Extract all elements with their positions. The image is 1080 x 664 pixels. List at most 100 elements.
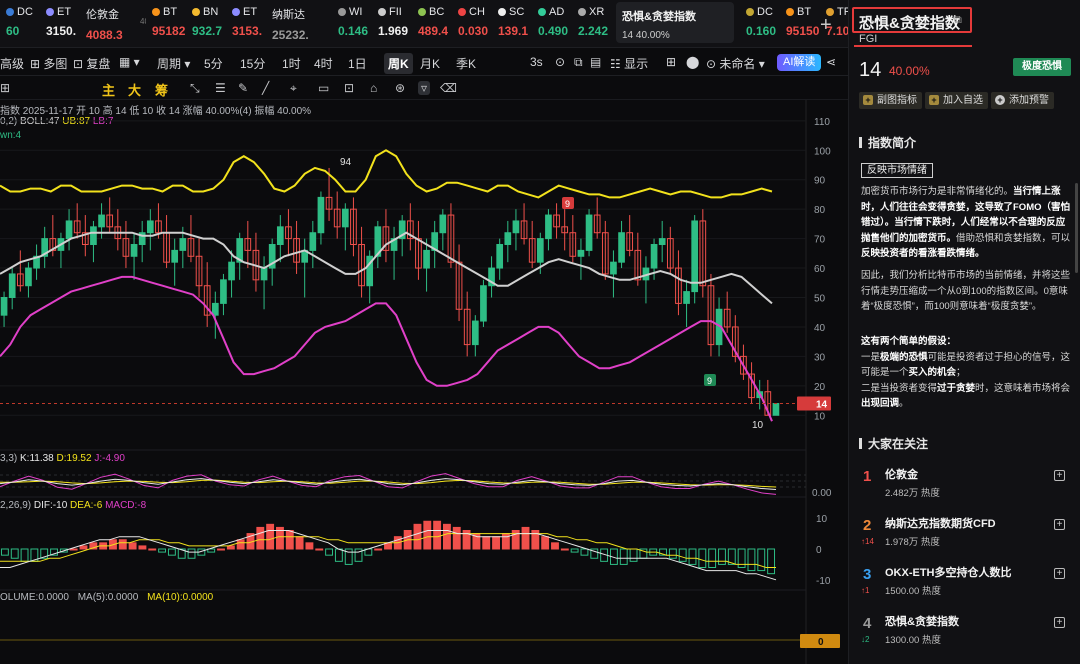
ticker-tab-active[interactable]: 恐惧&贪婪指数 14 40.00% bbox=[616, 2, 734, 43]
drawing-menu-icon[interactable]: ⊞ bbox=[0, 81, 10, 95]
macd-histogram-bar bbox=[256, 526, 265, 550]
drawing-tool-icon[interactable]: ▿ bbox=[418, 81, 431, 95]
candle-body bbox=[480, 285, 487, 322]
add-tab-button[interactable]: + bbox=[820, 14, 832, 37]
indicator-toggle-button[interactable]: 主 bbox=[102, 80, 115, 99]
toolbar-item[interactable]: ⊞ 多图 bbox=[30, 55, 67, 72]
toolbar-item[interactable]: ☷ 显示 bbox=[610, 55, 648, 72]
hot-list-item[interactable]: 1 伦敦金 2.482万 热度 + bbox=[849, 462, 1080, 506]
drawing-tool-icon[interactable]: ⊡ bbox=[344, 81, 354, 95]
ai-interpret-button[interactable]: AI解读 bbox=[777, 54, 822, 71]
ticker-symbol: XR bbox=[589, 6, 605, 18]
toolbar-item[interactable]: 15分 bbox=[240, 55, 265, 72]
macd-histogram-bar bbox=[325, 548, 334, 556]
drawing-tool-icon[interactable]: ☰ bbox=[215, 81, 226, 95]
ticker-tab-name: DC bbox=[746, 6, 780, 18]
toolbar-item[interactable]: ⧉ bbox=[574, 55, 583, 70]
hot-list-item[interactable]: 3 ↑1 OKX-ETH多空持仓人数比 1500.00 热度 + bbox=[849, 560, 1080, 604]
toolbar-item[interactable]: ⊙ 未命名 ▾ bbox=[706, 55, 765, 72]
macd-histogram-bar bbox=[217, 548, 225, 551]
active-tab-sub: 14 40.00% bbox=[622, 30, 670, 41]
toolbar-item[interactable]: 3s bbox=[530, 55, 543, 69]
add-watch-icon[interactable]: + bbox=[1054, 519, 1065, 530]
add-watchlist-button[interactable]: + 加入自选 bbox=[925, 92, 988, 109]
ticker-tab[interactable]: DC 60 bbox=[0, 0, 40, 47]
toolbar-item[interactable]: 4时 bbox=[314, 55, 333, 72]
ticker-symbol: BC bbox=[429, 6, 445, 18]
ticker-symbol: 纳斯达 bbox=[272, 9, 305, 21]
sub-chart-indicator-button[interactable]: + 副图指标 bbox=[859, 92, 922, 109]
toolbar-item[interactable]: 1时 bbox=[282, 55, 301, 72]
toolbar-item[interactable]: ⊞ bbox=[666, 55, 676, 69]
toolbar-item[interactable]: ▤ bbox=[590, 55, 601, 69]
drawing-tool-icon[interactable]: ╱ bbox=[262, 81, 269, 95]
macd-tick-label: 10 bbox=[816, 514, 828, 525]
ticker-tab[interactable]: XR 2.242 bbox=[572, 0, 612, 47]
copy-icon[interactable]: ⧉ bbox=[954, 14, 962, 27]
hot-list-item[interactable]: 2 ↑14 纳斯达克指数期货CFD 1.978万 热度 + bbox=[849, 511, 1080, 555]
indicator-toggle-button[interactable]: 筹 bbox=[155, 80, 168, 99]
add-alert-button[interactable]: + 添加预警 bbox=[991, 92, 1054, 109]
ticker-tab-name: DC bbox=[6, 6, 40, 18]
macd-histogram-bar bbox=[374, 548, 383, 551]
drawing-tool-icon[interactable]: ✎ bbox=[238, 81, 248, 95]
drawing-tool-icon[interactable]: ⊛ bbox=[395, 81, 405, 95]
candle-body bbox=[545, 214, 552, 240]
indicator-toggle-button[interactable]: 大 bbox=[128, 80, 141, 99]
chart-canvas: 110100908070605040302010149499100.00100-… bbox=[0, 100, 840, 664]
ticker-tab[interactable]: 伦敦金4088.34088.3 bbox=[80, 0, 146, 47]
ticker-tab[interactable]: 纳斯达 25232. bbox=[266, 0, 332, 47]
toolbar-item[interactable]: 5分 bbox=[204, 55, 223, 72]
y-tick-label: 40 bbox=[814, 323, 826, 334]
ticker-tab[interactable]: SC 139.1 bbox=[492, 0, 532, 47]
share-icon[interactable]: ⋖ bbox=[826, 55, 836, 69]
drawing-tool-icon[interactable]: ⌫ bbox=[440, 81, 457, 95]
ticker-tab[interactable]: BN 932.7 bbox=[186, 0, 226, 47]
ticker-tab[interactable]: BC 489.4 bbox=[412, 0, 452, 47]
toolbar-item[interactable]: ▦ ▾ bbox=[119, 55, 140, 69]
toolbar-item[interactable]: 周K bbox=[384, 53, 413, 74]
ticker-tab-name: 伦敦金 bbox=[86, 6, 146, 22]
macd-histogram-bar bbox=[718, 548, 726, 565]
ticker-tab[interactable]: ET 3150. bbox=[40, 0, 80, 47]
hot-list-item[interactable]: 4 ↓2 恐惧&贪婪指数 1300.00 热度 + bbox=[849, 609, 1080, 653]
ticker-tab[interactable]: ET 3153. bbox=[226, 0, 266, 47]
toolbar-item[interactable]: ⊡ 复盘 bbox=[73, 55, 110, 72]
toolbar-item[interactable]: 高级 bbox=[0, 55, 24, 72]
ticker-tab[interactable]: FII 1.969 bbox=[372, 0, 412, 47]
toolbar-item[interactable]: 月K bbox=[420, 55, 440, 72]
add-alert-label: 添加预警 bbox=[1009, 95, 1049, 106]
drawing-tool-icon[interactable]: ⌂ bbox=[370, 81, 377, 95]
toolbar-item[interactable]: ⬤ bbox=[686, 55, 699, 69]
ticker-tab[interactable]: BT 95150 bbox=[780, 0, 820, 47]
toolbar-item[interactable]: ⊙ bbox=[555, 55, 565, 69]
ticker-tab[interactable]: DC 0.160 bbox=[740, 0, 780, 47]
toolbar-item[interactable]: 1日 bbox=[348, 55, 367, 72]
coin-icon bbox=[338, 8, 346, 16]
panel-scrollbar[interactable] bbox=[1075, 183, 1078, 273]
candle-body bbox=[8, 273, 16, 298]
ticker-tab[interactable]: BT 95182 bbox=[146, 0, 186, 47]
candle-body bbox=[512, 220, 520, 234]
title-underline bbox=[854, 45, 972, 47]
drawing-tool-icon[interactable]: ⌖ bbox=[290, 81, 297, 96]
drawing-tool-icon[interactable]: ⤡ bbox=[190, 81, 200, 96]
toolbar-item[interactable]: 周期 ▾ bbox=[157, 55, 190, 72]
ticker-tab[interactable]: AD 0.490 bbox=[532, 0, 572, 47]
chart-area[interactable]: 指数 2025-11-17 开 10 高 14 低 10 收 14 涨幅 40.… bbox=[0, 100, 848, 664]
macd-histogram-bar bbox=[20, 548, 29, 562]
add-watch-icon[interactable]: + bbox=[1054, 568, 1065, 579]
macd-histogram-bar bbox=[285, 530, 294, 550]
ticker-tab[interactable]: CH 0.030 bbox=[452, 0, 492, 47]
macd-histogram-bar bbox=[698, 548, 707, 568]
ticker-tab[interactable]: WI 0.146 bbox=[332, 0, 372, 47]
drawing-tool-icon[interactable]: ▭ bbox=[318, 81, 329, 95]
macd-histogram-bar bbox=[767, 548, 776, 575]
coin-icon bbox=[786, 8, 794, 16]
macd-histogram-bar bbox=[138, 545, 147, 550]
add-watch-icon[interactable]: + bbox=[1054, 470, 1065, 481]
macd-histogram-bar bbox=[541, 536, 550, 550]
ticker-symbol: 伦敦金 bbox=[86, 9, 119, 21]
add-watch-icon[interactable]: + bbox=[1054, 617, 1065, 628]
toolbar-item[interactable]: 季K bbox=[456, 55, 476, 72]
